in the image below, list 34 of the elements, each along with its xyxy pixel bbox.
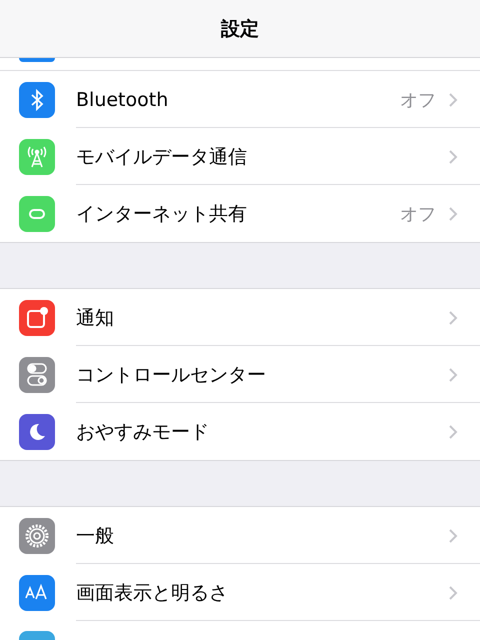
chevron-icon <box>448 206 458 222</box>
settings-row[interactable]: Bluetooth オフ <box>0 71 480 128</box>
chevron-icon <box>448 310 458 326</box>
nav-title: 設定 <box>221 16 259 42</box>
chevron-icon <box>448 148 458 164</box>
row-label: インターネット共有 <box>76 202 248 226</box>
moon-icon <box>19 414 55 450</box>
bluetooth-icon <box>19 82 55 118</box>
notification-icon <box>19 300 55 336</box>
toggles-icon <box>19 356 55 392</box>
text-size-icon <box>19 574 55 610</box>
settings-row[interactable]: 画面表示と明るさ <box>0 564 480 621</box>
row-label: 一般 <box>76 524 115 548</box>
chevron-icon <box>448 528 458 544</box>
settings-row[interactable]: モバイルデータ通信 <box>0 128 480 185</box>
antenna-icon <box>19 138 55 174</box>
row-label: Bluetooth <box>76 88 170 110</box>
chevron-icon <box>448 366 458 382</box>
settings-row[interactable]: 一般 <box>0 507 480 564</box>
settings-row[interactable]: 通知 <box>0 289 480 346</box>
settings-row[interactable]: おやすみモード <box>0 403 480 460</box>
chevron-icon <box>448 584 458 600</box>
row-label: コントロールセンター <box>76 362 267 388</box>
row-label: 画面表示と明るさ <box>76 580 229 606</box>
chevron-icon <box>448 424 458 440</box>
row-label: 通知 <box>76 306 115 330</box>
row-value: オフ <box>400 202 436 226</box>
settings-row[interactable]: コントロールセンター <box>0 346 480 403</box>
row-value: オフ <box>400 88 436 112</box>
gear-icon <box>19 518 55 554</box>
settings-row[interactable]: インターネット共有 オフ <box>0 185 480 242</box>
chevron-icon <box>448 92 458 108</box>
row-label: モバイルデータ通信 <box>76 144 248 170</box>
row-label: おやすみモード <box>76 420 210 444</box>
